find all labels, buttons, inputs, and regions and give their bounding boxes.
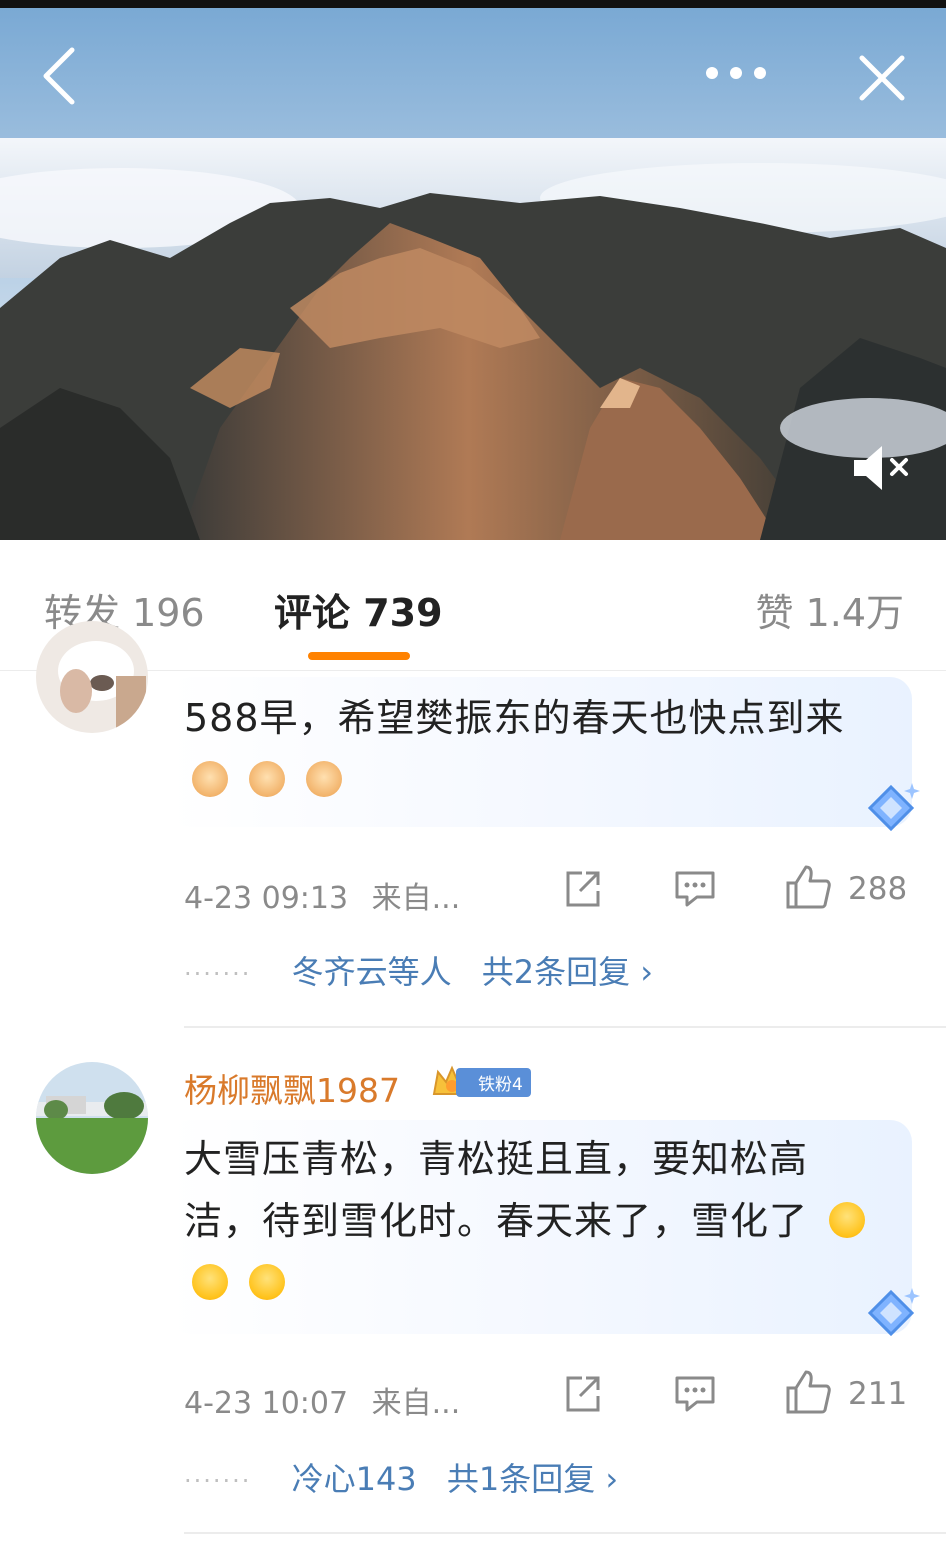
reply-names: 冬齐云等人: [291, 953, 452, 991]
thumbs-up-icon: [786, 865, 831, 909]
status-bar-edge: [0, 0, 946, 8]
more-button[interactable]: [700, 58, 772, 88]
avatar-image: [36, 1062, 148, 1174]
avatar-image: [36, 621, 148, 733]
video-player[interactable]: [0, 8, 946, 540]
view-replies-link[interactable]: 共1条回复 ›: [447, 1460, 618, 1498]
like-count: 211: [848, 1376, 908, 1412]
comment-meta: 4-23 10:07 来自...: [184, 1378, 460, 1422]
hugging-emoji-icon: [192, 1264, 228, 1300]
fist-emoji-icon: [192, 761, 228, 797]
close-button[interactable]: [852, 48, 912, 108]
share-icon: [566, 1376, 600, 1412]
reply-summary[interactable]: ······· 冬齐云等人 共2条回复 ›: [184, 947, 653, 993]
avatar[interactable]: [36, 621, 148, 733]
thumbs-up-icon: [786, 1370, 831, 1414]
more-dots-icon: [706, 67, 766, 79]
reply-summary[interactable]: ······· 冷心143 共1条回复 ›: [184, 1454, 618, 1500]
share-icon: [566, 871, 600, 907]
hugging-emoji-icon: [829, 1202, 866, 1238]
comment-divider: [184, 1532, 946, 1534]
fist-emoji-icon: [249, 761, 286, 797]
reply-thread-dots: ·······: [184, 960, 252, 988]
tab-likes[interactable]: 赞 1.4万: [755, 582, 904, 637]
reply-names: 冷心143: [291, 1460, 417, 1498]
like-button[interactable]: [784, 1368, 832, 1420]
fist-emoji-icon: [306, 761, 343, 797]
share-button[interactable]: [560, 867, 604, 915]
active-tab-indicator: [308, 652, 410, 660]
mountain-video-frame: [0, 8, 946, 540]
avatar[interactable]: [36, 1062, 148, 1174]
comment-item: 杨柳飘飘1987 铁粉4 大雪压青松，青松挺且直，要知松高洁，待到雪化时。春天来…: [0, 1028, 946, 1532]
fan-badge[interactable]: 铁粉4: [430, 1062, 531, 1102]
comment-text-content: 大雪压青松，青松挺且直，要知松高洁，待到雪化时。春天来了，雪化了: [184, 1137, 809, 1243]
share-button[interactable]: [560, 1372, 604, 1420]
comment-source: 来自...: [371, 1386, 461, 1421]
comment-item: 588早，希望樊振东的春天也快点到来 4-23 09:13 来自... 288 …: [0, 621, 946, 1026]
hugging-emoji-icon: [249, 1264, 286, 1300]
diamond-decoration-icon: [867, 1288, 920, 1337]
comment-meta: 4-23 09:13 来自...: [184, 873, 460, 917]
chevron-left-icon: [43, 47, 75, 105]
mute-button[interactable]: [848, 440, 912, 496]
comment-icon: [675, 871, 715, 907]
reply-button[interactable]: [673, 869, 717, 913]
comment-time: 4-23 10:07: [184, 1386, 349, 1421]
username[interactable]: 杨柳飘飘1987: [184, 1064, 400, 1112]
close-icon: [859, 55, 905, 101]
view-replies-link[interactable]: 共2条回复 ›: [482, 953, 653, 991]
back-button[interactable]: [34, 44, 90, 108]
speaker-muted-icon: [854, 446, 908, 490]
comment-icon: [675, 1376, 715, 1412]
like-count: 288: [848, 871, 908, 907]
comment-source: 来自...: [371, 881, 461, 916]
tab-comments[interactable]: 评论 739: [274, 582, 443, 637]
comment-time: 4-23 09:13: [184, 881, 349, 916]
comment-text[interactable]: 588早，希望樊振东的春天也快点到来: [184, 687, 884, 811]
reply-thread-dots: ·······: [184, 1467, 252, 1495]
badge-label: 铁粉4: [456, 1067, 531, 1097]
diamond-decoration-icon: [867, 783, 920, 832]
like-button[interactable]: [784, 863, 832, 915]
comment-text[interactable]: 大雪压青松，青松挺且直，要知松高洁，待到雪化时。春天来了，雪化了: [184, 1128, 884, 1314]
comment-text-content: 588早，希望樊振东的春天也快点到来: [184, 696, 845, 740]
reply-button[interactable]: [673, 1374, 717, 1418]
